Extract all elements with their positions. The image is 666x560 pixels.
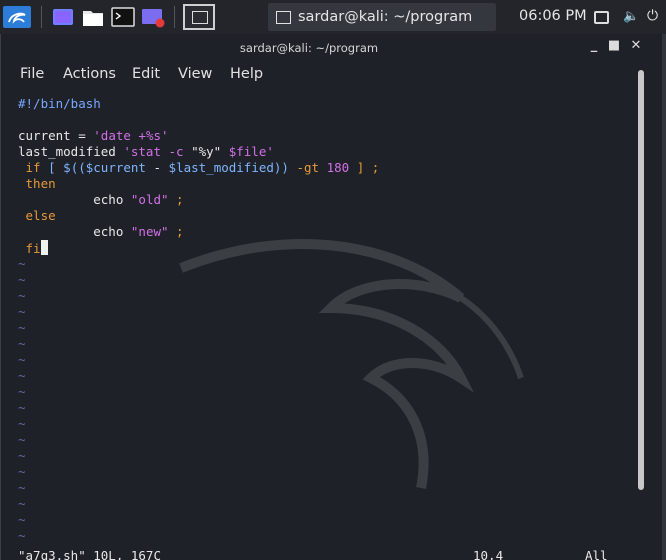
menu-actions[interactable]: Actions — [63, 66, 116, 82]
empty-line-tilde: ~ — [18, 448, 26, 463]
empty-line-tilde: ~ — [18, 288, 26, 303]
code-line-10: fi — [18, 240, 48, 256]
empty-line-tilde: ~ — [18, 480, 26, 495]
code-token: 180 — [326, 160, 350, 175]
empty-line-tilde: ~ — [18, 496, 26, 511]
top-panel: sardar@kali: ~/program 06:06 PM 🔈 ⏻ — [0, 0, 666, 34]
code-token: ; — [168, 192, 184, 207]
terminal-icon — [276, 11, 291, 24]
terminal-icon[interactable] — [111, 6, 135, 28]
menu-file[interactable]: File — [20, 66, 44, 82]
window-titlebar[interactable]: sardar@kali: ~/program _ ■ ✕ — [1, 34, 666, 62]
code-token: - — [145, 160, 169, 175]
menu-view[interactable]: View — [178, 66, 212, 82]
code-token: ; — [168, 224, 184, 239]
maximize-button[interactable]: ■ — [606, 38, 622, 53]
show-desktop-icon[interactable] — [51, 6, 75, 28]
empty-line-tilde: ~ — [18, 256, 26, 271]
vim-status-file: "a7q3.sh" 10L, 167C — [18, 548, 161, 560]
empty-line-tilde: ~ — [18, 400, 26, 415]
code-line-4: last_modified 'stat -c "%y" $file' — [18, 144, 274, 160]
empty-line-tilde: ~ — [18, 384, 26, 399]
code-token: current = — [18, 128, 94, 143]
code-token: "%y" — [191, 144, 222, 159]
code-token: else — [18, 208, 56, 223]
kali-menu-icon[interactable] — [3, 6, 31, 28]
vim-editor[interactable]: #!/bin/bash current = 'date +%s' last_mo… — [1, 88, 631, 560]
code-token: $file — [221, 144, 267, 159]
code-token: "old" — [130, 192, 169, 207]
empty-line-tilde: ~ — [18, 512, 26, 527]
workspace-switcher-icon[interactable] — [183, 4, 215, 30]
taskbar-terminal-label: sardar@kali: ~/program — [298, 9, 473, 25]
kali-dragon-watermark-icon — [179, 239, 524, 489]
empty-line-tilde: ~ — [18, 368, 26, 383]
code-token: 'date +%s' — [93, 128, 169, 143]
empty-line-tilde: ~ — [18, 432, 26, 447]
code-line-7: echo "old" ; — [18, 192, 184, 208]
scrollbar-thumb[interactable] — [638, 70, 644, 490]
workspace-window-icon — [192, 11, 208, 24]
file-manager-icon[interactable] — [81, 6, 105, 28]
code-token: last_modified — [18, 144, 124, 159]
volume-icon[interactable]: 🔈 — [623, 9, 639, 24]
empty-line-tilde: ~ — [18, 464, 26, 479]
menu-bar: File Actions Edit View Help — [1, 62, 666, 88]
code-line-3: current = 'date +%s' — [18, 128, 169, 144]
vim-status-position: 10,4 — [473, 548, 504, 560]
screen-recorder-icon[interactable] — [141, 6, 165, 28]
code-token: [ — [48, 160, 64, 175]
empty-line-tilde: ~ — [18, 528, 26, 543]
code-token: fi — [18, 241, 41, 256]
terminal-window: sardar@kali: ~/program _ ■ ✕ File Action… — [0, 34, 666, 560]
code-token: 'stat -c — [123, 144, 192, 159]
code-line-1: #!/bin/bash — [18, 96, 101, 112]
close-button[interactable]: ✕ — [628, 38, 644, 53]
code-token: "new" — [130, 224, 169, 239]
window-border — [662, 34, 666, 560]
clock[interactable]: 06:06 PM — [519, 8, 587, 24]
empty-line-tilde: ~ — [18, 272, 26, 287]
window-title: sardar@kali: ~/program — [239, 41, 379, 55]
code-token: $current — [85, 160, 146, 175]
code-token: echo — [18, 224, 131, 239]
code-token: echo — [18, 192, 131, 207]
code-line-8: else — [18, 208, 56, 224]
taskbar-terminal-button[interactable]: sardar@kali: ~/program — [268, 3, 496, 31]
power-icon[interactable]: ⏻ — [647, 8, 658, 24]
code-token: )) — [273, 160, 289, 175]
shebang: #!/bin/bash — [18, 96, 101, 111]
empty-line-tilde: ~ — [18, 336, 26, 351]
menu-edit[interactable]: Edit — [132, 66, 160, 82]
code-token: $last_modified — [168, 160, 274, 175]
code-line-5: if [ $(($current - $last_modified)) -gt … — [18, 160, 380, 176]
vim-status-scroll: All — [585, 548, 608, 560]
text-cursor — [40, 240, 48, 255]
empty-line-tilde: ~ — [18, 416, 26, 431]
code-line-9: echo "new" ; — [18, 224, 184, 240]
code-token: -gt — [288, 160, 327, 175]
code-token: then — [18, 176, 56, 191]
display-icon[interactable] — [594, 11, 609, 24]
empty-line-tilde: ~ — [18, 320, 26, 335]
code-token: ' — [266, 144, 274, 159]
code-line-6: then — [18, 176, 56, 192]
empty-line-tilde: ~ — [18, 352, 26, 367]
code-token: if — [18, 160, 49, 175]
code-token: ] ; — [349, 160, 380, 175]
menu-help[interactable]: Help — [230, 66, 263, 82]
minimize-button[interactable]: _ — [586, 38, 602, 53]
code-token: $(( — [63, 160, 86, 175]
panel-separator — [174, 6, 175, 28]
panel-separator — [41, 6, 42, 28]
empty-line-tilde: ~ — [18, 304, 26, 319]
